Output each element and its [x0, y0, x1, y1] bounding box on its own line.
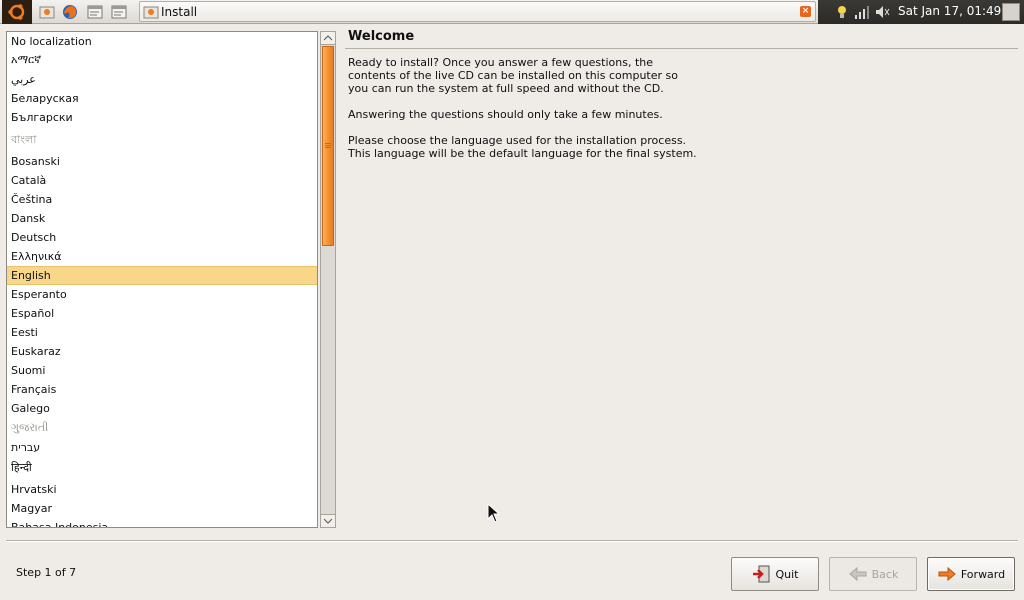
network-signal-icon[interactable] — [854, 4, 870, 20]
language-list[interactable]: No localization አማርኛ عربي Беларуская Българс… — [6, 31, 318, 528]
applications-menu-button[interactable] — [2, 0, 32, 24]
back-button[interactable]: Back — [829, 557, 917, 591]
quit-button[interactable]: Quit — [731, 557, 819, 591]
firefox-launcher-icon[interactable] — [61, 3, 79, 21]
terminal-launcher-icon[interactable] — [86, 3, 104, 21]
language-option[interactable]: አማርኛ — [7, 50, 317, 69]
footer-divider — [6, 540, 1018, 541]
language-option[interactable]: Български — [7, 108, 317, 127]
scrollbar-thumb[interactable] — [322, 46, 334, 246]
language-option[interactable]: ગુજરાતી — [7, 418, 317, 437]
language-option[interactable]: Français — [7, 380, 317, 399]
language-option[interactable]: עברית — [7, 438, 317, 457]
language-option[interactable]: বাংলা — [7, 130, 317, 149]
language-option[interactable]: عربي — [7, 70, 317, 89]
file-manager-launcher-icon[interactable] — [110, 3, 128, 21]
language-option[interactable]: Català — [7, 171, 317, 190]
language-option[interactable]: Dansk — [7, 209, 317, 228]
language-option[interactable]: Euskaraz — [7, 342, 317, 361]
back-arrow-icon — [848, 564, 868, 584]
language-option[interactable]: Ελληνικά — [7, 247, 317, 266]
clock[interactable]: Sat Jan 17, 01:49 — [898, 4, 1001, 18]
language-option[interactable]: Español — [7, 304, 317, 323]
language-option[interactable]: Magyar — [7, 499, 317, 518]
forward-arrow-icon — [937, 564, 957, 584]
ubuntu-logo-icon — [8, 4, 25, 20]
language-option[interactable]: Беларуская — [7, 89, 317, 108]
volume-muted-icon[interactable] — [874, 4, 890, 20]
language-option[interactable]: Hrvatski — [7, 480, 317, 499]
welcome-paragraph-1: Ready to install? Once you answer a few … — [348, 56, 678, 95]
close-window-icon[interactable]: × — [800, 6, 811, 17]
top-panel: Install × Sat Jan 17, 01:49 — [0, 0, 1024, 24]
scroll-down-arrow-icon[interactable] — [321, 514, 335, 527]
quit-label: Quit — [775, 567, 799, 581]
welcome-paragraph-2: Answering the questions should only take… — [348, 108, 663, 121]
forward-label: Forward — [960, 567, 1006, 581]
welcome-paragraph-3: Please choose the language used for the … — [348, 134, 697, 160]
installer-launcher-icon[interactable] — [38, 3, 56, 21]
taskbar-window-title: Install — [161, 5, 198, 19]
language-option[interactable]: Eesti — [7, 323, 317, 342]
show-desktop-icon[interactable] — [1002, 3, 1020, 21]
forward-button[interactable]: Forward — [927, 557, 1015, 591]
title-divider — [345, 48, 1018, 49]
language-option[interactable]: Bosanski — [7, 152, 317, 171]
installer-window-icon — [143, 4, 159, 20]
welcome-text: Ready to install? Once you answer a few … — [348, 56, 768, 173]
language-option[interactable]: हिन्दी — [7, 458, 317, 477]
quit-icon — [752, 564, 772, 584]
taskbar-install-window-button[interactable]: Install — [139, 1, 816, 22]
lightbulb-icon[interactable] — [834, 4, 850, 20]
language-list-scrollbar[interactable] — [320, 31, 336, 528]
mouse-cursor-icon — [487, 502, 501, 526]
language-option[interactable]: Galego — [7, 399, 317, 418]
language-option[interactable]: Bahasa Indonesia — [7, 518, 317, 527]
scroll-up-arrow-icon[interactable] — [321, 32, 335, 45]
language-option[interactable]: Esperanto — [7, 285, 317, 304]
back-label: Back — [871, 567, 899, 581]
page-title: Welcome — [348, 29, 415, 44]
language-option[interactable]: Deutsch — [7, 228, 317, 247]
language-option[interactable]: Suomi — [7, 361, 317, 380]
language-option[interactable]: Čeština — [7, 190, 317, 209]
language-option[interactable]: English — [7, 266, 317, 285]
language-option[interactable]: No localization — [7, 32, 317, 51]
step-indicator: Step 1 of 7 — [16, 566, 77, 579]
